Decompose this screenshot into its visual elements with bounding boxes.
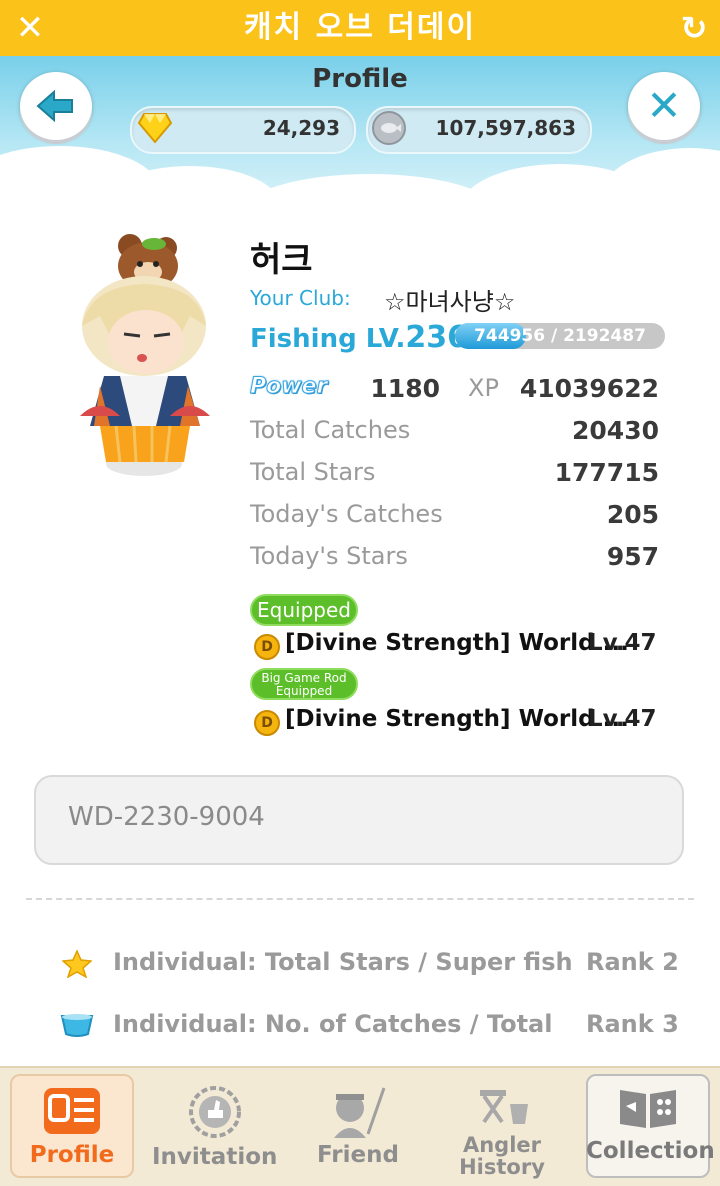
back-arrow-icon xyxy=(36,89,73,123)
stat-value-total-catches: 20430 xyxy=(572,416,659,445)
big-game-rod-badge: Big Game Rod Equipped xyxy=(250,668,358,700)
app-title: 캐치 오브 더데이 xyxy=(243,10,477,45)
profile-icon xyxy=(44,1088,100,1134)
stat-value-total-stars: 177715 xyxy=(554,458,659,487)
tab-angler-history-label-line2: History xyxy=(459,1155,545,1179)
tab-angler-history-label-line1: Angler xyxy=(462,1133,542,1157)
xp-progress-bar: 744956 / 2192487 xyxy=(455,323,665,349)
power-value: 1180 xyxy=(370,374,440,403)
close-button[interactable]: ✕ xyxy=(628,72,700,140)
tab-invitation-label: Invitation xyxy=(152,1144,278,1170)
d-coin-icon: D xyxy=(254,634,280,660)
collection-icon xyxy=(620,1090,676,1128)
ranking-label-catches: Individual: No. of Catches / Total xyxy=(113,1010,553,1038)
stat-label-todays-catches: Today's Catches xyxy=(250,500,443,528)
big-game-rod-badge-line2: Equipped xyxy=(275,684,333,698)
friend-icon xyxy=(334,1087,386,1138)
silver-coin-icon xyxy=(372,111,406,145)
bucket-icon xyxy=(60,1014,94,1037)
big-game-rod-item-name[interactable]: [Divine Strength] World ... xyxy=(285,706,629,732)
ranking-label-stars: Individual: Total Stars / Super fish xyxy=(113,948,573,976)
stat-label-total-stars: Total Stars xyxy=(250,458,376,486)
d-coin-icon: D xyxy=(254,710,280,736)
invitation-icon xyxy=(189,1086,241,1138)
xp-label: XP xyxy=(468,374,499,402)
back-button[interactable] xyxy=(20,72,92,140)
fishing-level: Fishing LV.236 xyxy=(250,320,468,355)
player-name: 허크 xyxy=(250,240,313,280)
big-game-rod-item-level: Lv.47 xyxy=(588,706,657,732)
equipped-item-name[interactable]: [Divine Strength] World ... xyxy=(285,630,629,656)
tab-collection-label: Collection xyxy=(586,1138,715,1164)
fishing-level-label: Fishing LV. xyxy=(250,324,406,354)
header-divider xyxy=(0,196,720,226)
gem-count: 24,293 xyxy=(262,116,340,140)
tab-profile-label: Profile xyxy=(29,1142,115,1168)
angler-history-icon xyxy=(480,1090,528,1124)
ranking-value-stars: Rank 2 xyxy=(586,948,679,976)
equipped-item-level: Lv.47 xyxy=(588,630,657,656)
star-icon xyxy=(62,950,92,978)
xp-progress-text: 744956 / 2192487 xyxy=(474,326,646,346)
stat-label-total-catches: Total Catches xyxy=(250,416,411,444)
stat-value-todays-catches: 205 xyxy=(606,500,659,529)
page-title: Profile xyxy=(312,64,408,94)
club-label: Your Club: xyxy=(250,286,351,310)
ranking-value-catches: Rank 3 xyxy=(586,1010,679,1038)
close-icon: ✕ xyxy=(646,81,682,130)
club-name[interactable]: ☆마녀사냥☆ xyxy=(384,282,515,317)
stat-label-todays-stars: Today's Stars xyxy=(250,542,408,570)
xp-value: 41039622 xyxy=(519,374,659,403)
equipped-badge: Equipped xyxy=(250,594,358,626)
power-label: Power xyxy=(249,374,328,400)
close-app-icon[interactable]: ✕ xyxy=(12,8,48,48)
divider xyxy=(26,898,694,900)
gem-icon xyxy=(138,113,172,144)
avatar xyxy=(60,226,230,496)
tab-friend-label: Friend xyxy=(317,1142,399,1168)
stat-value-todays-stars: 957 xyxy=(606,542,659,571)
coin-count: 107,597,863 xyxy=(435,116,576,140)
friend-code: WD-2230-9004 xyxy=(68,802,265,832)
refresh-icon[interactable]: ↻ xyxy=(676,8,712,48)
tab-angler-history-label: Angler History xyxy=(440,1134,564,1178)
